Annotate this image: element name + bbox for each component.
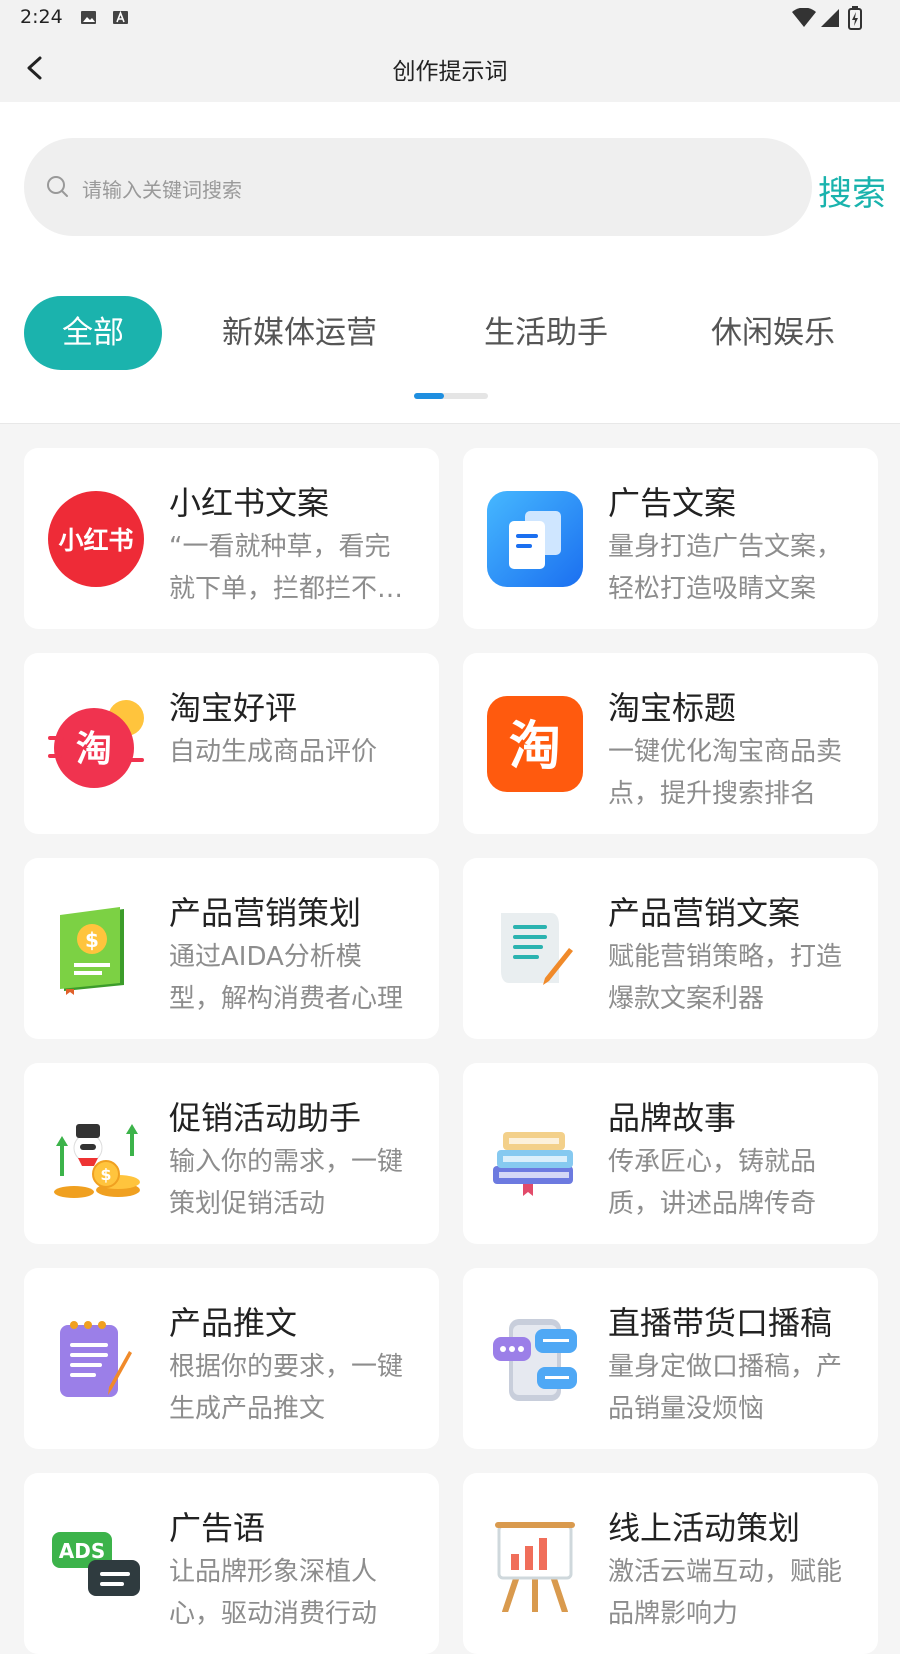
search-placeholder: 请输入关键词搜索 <box>82 178 242 202</box>
card-description: 一键优化淘宝商品卖点，提升搜索排名 <box>608 737 843 809</box>
books-icon <box>487 1106 583 1202</box>
card-title: 品牌故事 <box>608 1099 737 1137</box>
card-ad-copy[interactable]: 广告文案量身打造广告文案，轻松打造吸睛文案 <box>463 448 878 629</box>
divider <box>0 423 900 424</box>
svg-text:ADS: ADS <box>59 1539 105 1563</box>
card-ad-slogan[interactable]: ADS 广告语让品牌形象深植人心，驱动消费行动 <box>24 1473 439 1654</box>
document-icon <box>487 491 583 587</box>
tab-all[interactable]: 全部 <box>24 296 162 370</box>
scroll-pen-icon <box>487 901 583 997</box>
card-title: 广告语 <box>169 1509 266 1547</box>
svg-text:淘: 淘 <box>509 717 561 777</box>
card-description: 通过AIDA分析模型，解构消费者心理 <box>169 942 404 1014</box>
search-button[interactable]: 搜索 <box>818 166 900 215</box>
xiaohongshu-icon: 小红书 <box>48 491 144 587</box>
coins-snowman-icon: $ <box>48 1106 144 1202</box>
card-title: 淘宝好评 <box>169 689 298 727</box>
card-taobao-title[interactable]: 淘 淘宝标题一键优化淘宝商品卖点，提升搜索排名 <box>463 653 878 834</box>
taobao-review-icon: 淘 <box>48 696 144 792</box>
status-time: 2:24 <box>20 6 63 28</box>
card-product-marketing-plan[interactable]: $ 产品营销策划通过AIDA分析模型，解构消费者心理 <box>24 858 439 1039</box>
tab-life-assistant[interactable]: 生活助手 <box>484 296 608 370</box>
card-description: 输入你的需求，一键策划促销活动 <box>169 1147 404 1219</box>
svg-text:淘: 淘 <box>76 729 112 770</box>
phone-chat-icon <box>487 1311 583 1407</box>
svg-text:$: $ <box>85 928 99 952</box>
card-description: 赋能营销策略，打造爆款文案利器 <box>608 942 843 1014</box>
money-book-icon: $ <box>48 901 144 997</box>
card-online-event-plan[interactable]: 线上活动策划激活云端互动，赋能品牌影响力 <box>463 1473 878 1654</box>
card-title: 小红书文案 <box>169 484 330 522</box>
card-description: 根据你的要求，一键生成产品推文 <box>169 1352 404 1424</box>
image-notification-icon <box>81 11 96 24</box>
card-description: 自动生成商品评价 <box>169 737 378 767</box>
wifi-icon <box>792 8 816 27</box>
ads-icon: ADS <box>48 1516 144 1612</box>
search-icon <box>47 176 68 197</box>
card-xiaohongshu-copy[interactable]: 小红书 小红书文案 “一看就种草，看完就下单，拦都拦不住” <box>24 448 439 629</box>
top-bar: 创作提示词 <box>0 36 900 102</box>
card-title: 淘宝标题 <box>608 689 737 727</box>
tab-leisure[interactable]: 休闲娱乐 <box>711 296 835 370</box>
status-bar: 2:24 <box>0 0 900 36</box>
signal-icon <box>821 9 839 27</box>
card-live-sales-script[interactable]: 直播带货口播稿量身定做口播稿，产品销量没烦恼 <box>463 1268 878 1449</box>
search-input[interactable]: 请输入关键词搜索 <box>24 138 812 236</box>
card-title: 线上活动策划 <box>608 1509 801 1547</box>
card-title: 产品推文 <box>169 1304 298 1342</box>
card-description: 量身打造广告文案，轻松打造吸睛文案 <box>608 532 843 604</box>
card-promotion-assistant[interactable]: $ 促销活动助手输入你的需求，一键策划促销活动 <box>24 1063 439 1244</box>
card-title: 产品营销文案 <box>608 894 801 932</box>
card-title: 直播带货口播稿 <box>608 1304 833 1342</box>
card-brand-story[interactable]: 品牌故事传承匠心，铸就品质，讲述品牌传奇 <box>463 1063 878 1244</box>
tab-scroll-indicator <box>414 393 488 399</box>
card-taobao-review[interactable]: 淘 淘宝好评自动生成商品评价 <box>24 653 439 834</box>
card-title: 促销活动助手 <box>169 1099 362 1137</box>
card-product-post[interactable]: 产品推文根据你的要求，一键生成产品推文 <box>24 1268 439 1449</box>
svg-text:小红书: 小红书 <box>58 526 133 555</box>
page-title: 创作提示词 <box>392 59 508 85</box>
taobao-icon: 淘 <box>487 696 583 792</box>
notepad-icon <box>48 1311 144 1407</box>
tab-new-media[interactable]: 新媒体运营 <box>222 296 377 370</box>
card-description: 量身定做口播稿，产品销量没烦恼 <box>608 1352 843 1424</box>
card-description: “一看就种草，看完就下单，拦都拦不住” <box>169 532 391 604</box>
card-description: 激活云端互动，赋能品牌影响力 <box>608 1557 843 1629</box>
card-product-marketing-copy[interactable]: 产品营销文案赋能营销策略，打造爆款文案利器 <box>463 858 878 1039</box>
card-title: 广告文案 <box>608 484 737 522</box>
battery-icon <box>848 6 862 30</box>
a-notification-icon <box>113 10 128 24</box>
card-title: 产品营销策划 <box>169 894 362 932</box>
easel-chart-icon <box>487 1516 583 1615</box>
svg-text:$: $ <box>100 1165 111 1184</box>
card-description: 传承匠心，铸就品质，讲述品牌传奇 <box>608 1147 817 1219</box>
card-description: 让品牌形象深植人心，驱动消费行动 <box>169 1557 378 1629</box>
